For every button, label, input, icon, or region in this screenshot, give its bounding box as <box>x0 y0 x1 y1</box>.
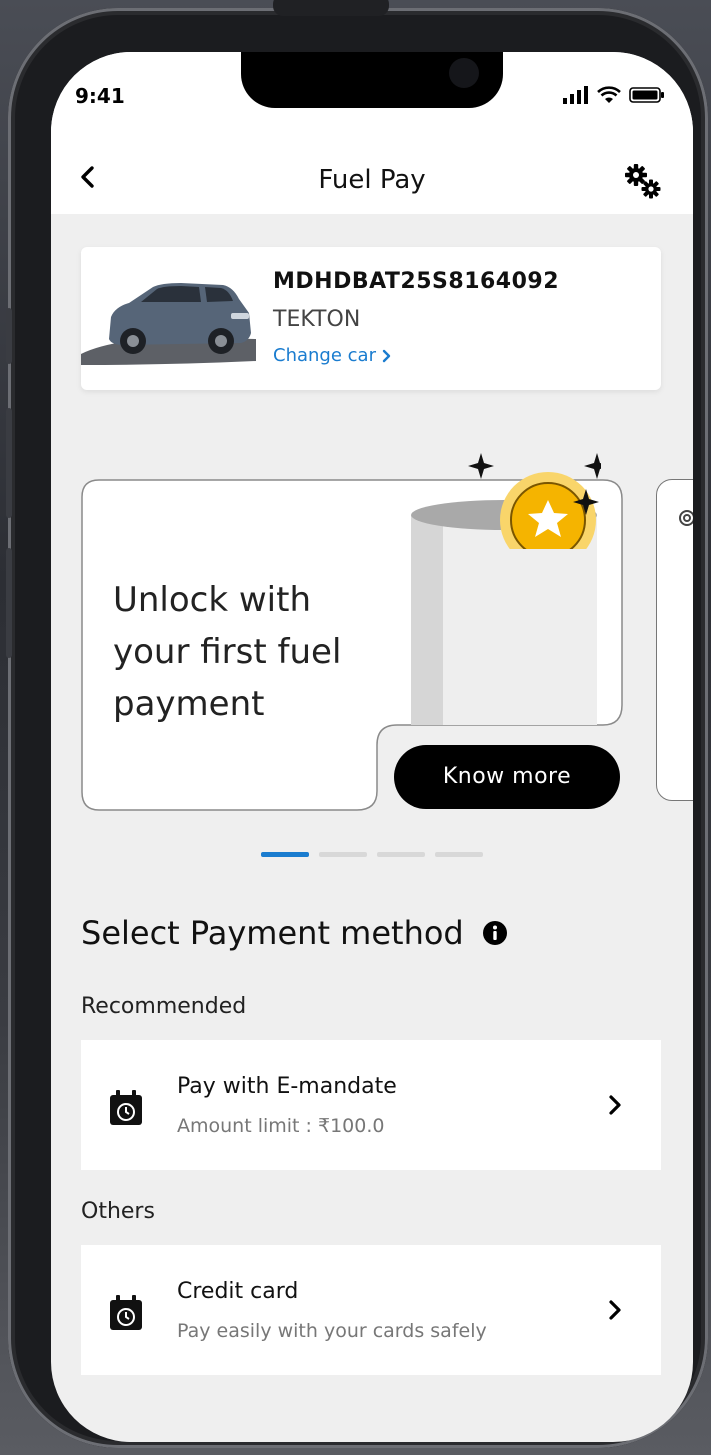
calendar-clock-icon <box>110 1295 142 1330</box>
coin-star-icon <box>468 453 601 549</box>
payment-option-credit-card[interactable]: Credit card Pay easily with your cards s… <box>81 1245 661 1375</box>
settings-button[interactable] <box>623 162 663 202</box>
promo-icon <box>679 510 693 526</box>
chevron-right-icon <box>382 349 391 362</box>
top-bar: 9:41 Fuel Pay <box>51 52 693 214</box>
camera <box>449 58 479 88</box>
change-car-label: Change car <box>273 345 376 366</box>
battery-icon <box>629 87 664 103</box>
know-more-button[interactable]: Know more <box>394 745 620 809</box>
chevron-right-icon <box>609 1095 621 1115</box>
side-button <box>6 308 12 364</box>
payment-option-title: Pay with E-mandate <box>177 1074 397 1099</box>
status-time: 9:41 <box>75 84 125 108</box>
sparkle-icon <box>468 453 494 479</box>
others-label: Others <box>81 1199 155 1224</box>
sparkle-icon <box>584 453 601 479</box>
app-screen: 9:41 Fuel Pay MDHDBAT25S8164092 TEKTON C… <box>51 52 693 1442</box>
carousel-dot[interactable] <box>319 852 367 857</box>
carousel-dot[interactable] <box>377 852 425 857</box>
vehicle-vin: MDHDBAT25S8164092 <box>273 269 560 294</box>
payment-option-emandate[interactable]: Pay with E-mandate Amount limit : ₹100.0 <box>81 1040 661 1170</box>
payment-option-subtitle: Amount limit : ₹100.0 <box>177 1115 385 1137</box>
payment-option-title: Credit card <box>177 1279 299 1304</box>
calendar-clock-icon <box>110 1090 142 1125</box>
next-promo-card[interactable] <box>656 479 693 801</box>
promo-card: Unlock with your first fuel payment Know… <box>81 453 623 811</box>
phone-frame: 9:41 Fuel Pay MDHDBAT25S8164092 TEKTON C… <box>6 0 708 1448</box>
change-car-link[interactable]: Change car <box>273 345 392 366</box>
volume-up-button <box>6 408 12 518</box>
carousel-indicator <box>261 852 483 857</box>
wifi-icon <box>597 86 621 103</box>
signal-icon <box>563 86 588 104</box>
vehicle-model: TEKTON <box>273 307 361 332</box>
promo-text: Unlock with your first fuel payment <box>113 580 342 724</box>
payment-option-subtitle: Pay easily with your cards safely <box>177 1320 487 1342</box>
payment-section-heading: Select Payment method <box>81 914 464 952</box>
page-title: Fuel Pay <box>318 165 426 195</box>
status-icons <box>563 86 665 104</box>
speaker-grille <box>273 0 389 16</box>
gear-icon <box>625 164 661 199</box>
notch <box>241 52 503 108</box>
carousel-dot[interactable] <box>261 852 309 857</box>
payment-section-title: Select Payment method <box>81 914 508 952</box>
vehicle-card: MDHDBAT25S8164092 TEKTON Change car <box>81 247 661 390</box>
info-icon[interactable] <box>482 920 508 946</box>
volume-down-button <box>6 548 12 658</box>
carousel-dot[interactable] <box>435 852 483 857</box>
recommended-label: Recommended <box>81 994 247 1019</box>
car-image <box>81 283 256 365</box>
chevron-right-icon <box>609 1300 621 1320</box>
